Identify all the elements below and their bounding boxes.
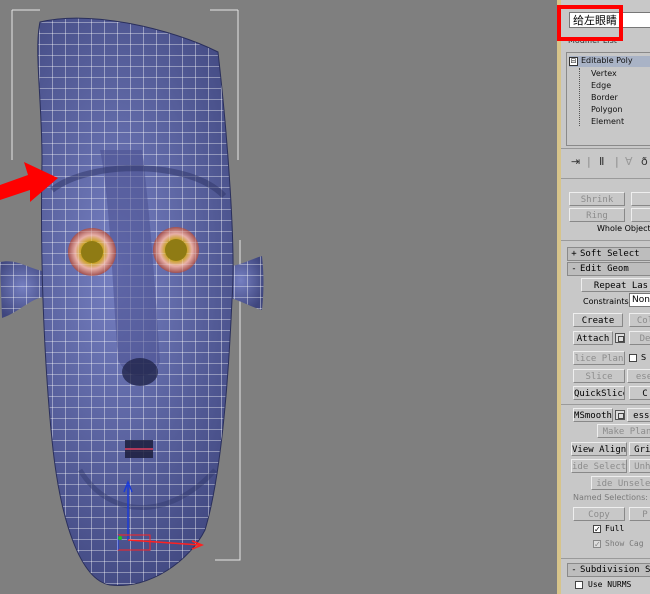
create-button[interactable]: Create [573, 313, 623, 327]
full-label: Full [605, 524, 625, 533]
make-planar-button[interactable]: Make Plan [597, 424, 650, 438]
constraints-label: Constraints: [583, 297, 632, 306]
detach-button[interactable]: De [629, 331, 650, 345]
paste-button[interactable]: P [629, 507, 650, 521]
left-eye [68, 228, 116, 276]
show-end-result-icon[interactable]: Ⅱ [599, 155, 604, 168]
quickslice-button[interactable]: QuickSlice [573, 386, 625, 400]
use-nurms-label: Use NURMS [588, 580, 632, 589]
repeat-last-button[interactable]: Repeat Las [581, 278, 650, 292]
msmooth-settings-icon[interactable] [615, 410, 625, 420]
stack-item-editable-poly[interactable]: ⊟ Editable Poly [569, 56, 650, 67]
slice-plane-button[interactable]: lice Plan [573, 351, 625, 365]
shrink-button[interactable]: Shrink [569, 192, 625, 206]
stack-item-element[interactable]: Element [591, 117, 624, 126]
grid-align-button[interactable]: Grid [629, 442, 650, 456]
editable-poly-label: Editable Poly [581, 56, 633, 65]
modifier-stack: ⊟ Editable Poly Vertex Edge Border Polygo… [566, 52, 650, 146]
attach-button[interactable]: Attach [573, 331, 613, 345]
reset-plane-button[interactable]: ese [627, 369, 650, 383]
hide-selected-button[interactable]: ide Select [571, 459, 627, 473]
view-align-button[interactable]: View Align [571, 442, 627, 456]
viewport-scene [0, 9, 264, 587]
cut-button[interactable]: C [629, 386, 650, 400]
slice-button[interactable]: Slice [573, 369, 625, 383]
name-field-highlight [557, 5, 623, 41]
copy-button[interactable]: Copy [573, 507, 625, 521]
stack-item-border[interactable]: Border [591, 93, 618, 102]
use-nurms-checkbox[interactable] [575, 581, 583, 589]
collapse-toggle-icon[interactable]: ⊟ [569, 57, 578, 66]
constraints-dropdown[interactable]: None [629, 293, 650, 307]
tessellate-button[interactable]: esse [627, 408, 650, 422]
pin-stack-icon[interactable]: ⇥ [571, 155, 580, 168]
ring-button[interactable]: Ring [569, 208, 625, 222]
whole-object-label: Whole Object [597, 224, 650, 233]
collapse-button[interactable]: Col [629, 313, 650, 327]
split-checkbox[interactable] [629, 354, 637, 362]
show-cage-checkbox[interactable]: ✓ [593, 540, 601, 549]
loop-button[interactable] [631, 208, 650, 222]
edit-geometry-rollout[interactable]: - Edit Geom [567, 262, 650, 276]
full-checkbox[interactable]: ✓ [593, 525, 601, 534]
attach-settings-icon[interactable] [615, 333, 625, 343]
show-cage-label: Show Cag [605, 539, 644, 548]
subdivision-surface-rollout[interactable]: - Subdivision Su [567, 563, 650, 577]
make-unique-icon[interactable]: ∀ [625, 155, 633, 168]
tree-line [579, 68, 590, 126]
perspective-viewport[interactable] [0, 0, 557, 594]
command-panel: 给左眼睛 Modifier List ⊟ Editable Poly Vertex… [561, 0, 650, 594]
stack-item-vertex[interactable]: Vertex [591, 69, 617, 78]
right-eye [153, 227, 199, 273]
stack-item-edge[interactable]: Edge [591, 81, 611, 90]
named-selections-label: Named Selections: [573, 493, 648, 502]
soft-selection-rollout[interactable]: + Soft Select [567, 247, 650, 261]
grow-button[interactable] [631, 192, 650, 206]
unhide-all-button[interactable]: Unhi [629, 459, 650, 473]
stack-toolbar: ⇥ | Ⅱ | ∀ ð [561, 148, 650, 173]
msmooth-button[interactable]: MSmooth [573, 408, 613, 422]
hide-unselected-button[interactable]: ide Unselec [591, 476, 650, 490]
remove-modifier-icon[interactable]: ð [641, 155, 648, 168]
stack-item-polygon[interactable]: Polygon [591, 105, 622, 114]
